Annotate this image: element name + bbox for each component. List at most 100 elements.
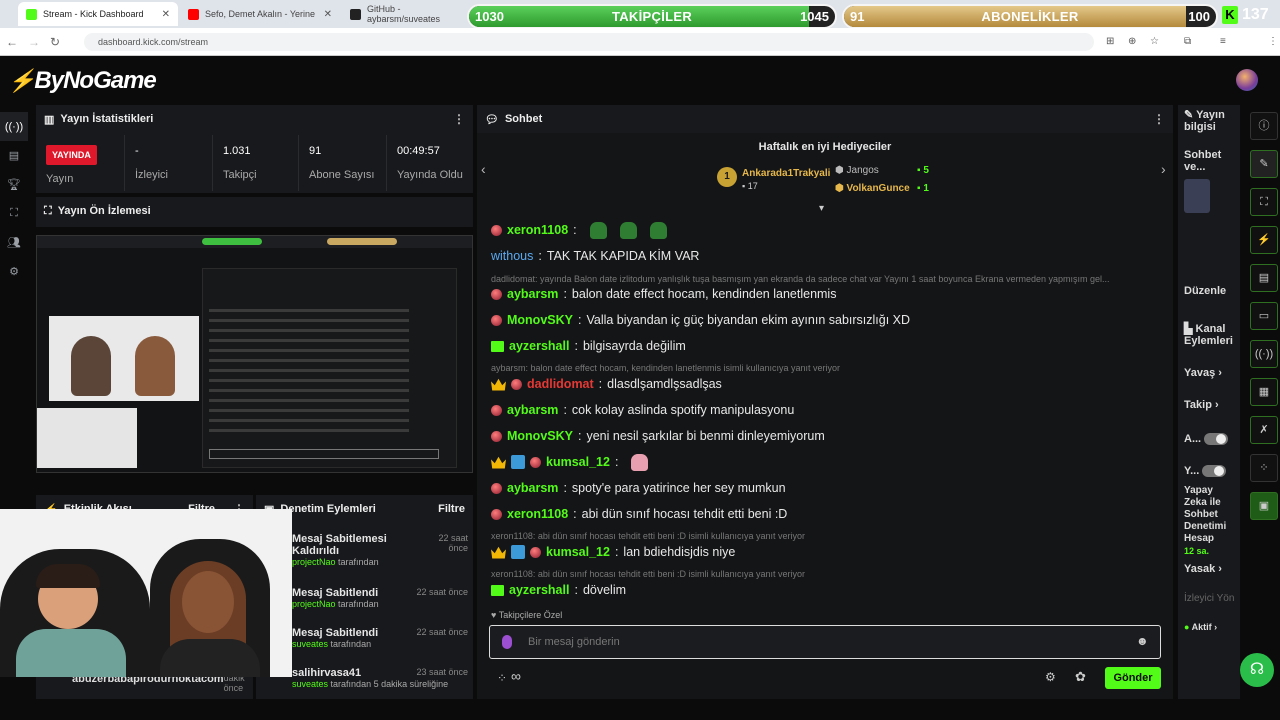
url-field[interactable]: dashboard.kick.com/stream xyxy=(84,33,1094,51)
stream-preview[interactable] xyxy=(36,235,473,473)
nav-moderation-icon[interactable]: ⛶ xyxy=(0,199,28,228)
zoom-icon[interactable]: ⊕ xyxy=(1128,36,1136,47)
slow-mode-action[interactable]: Yavaş › xyxy=(1184,367,1222,379)
chat-text: lan bdiehdisjdis niye xyxy=(623,545,736,559)
chat-username[interactable]: ayzershall xyxy=(509,583,569,597)
nav-community-icon[interactable]: 👥︎ xyxy=(0,228,28,257)
browser-tab[interactable]: Stream - Kick Dashboard ✕ xyxy=(18,2,178,26)
ai-time: 12 sa. xyxy=(1184,546,1210,556)
chat-username[interactable]: withous xyxy=(491,249,533,263)
chat-username[interactable]: kumsal_12 xyxy=(546,545,610,559)
preview-webcam xyxy=(49,316,199,401)
ban-action[interactable]: Yasak › xyxy=(1184,563,1222,575)
colon: : xyxy=(573,223,577,237)
status-action[interactable]: ● Aktif › xyxy=(1184,621,1217,633)
chat-username[interactable]: MonovSKY xyxy=(507,313,573,327)
collapse-icon[interactable]: ▾ xyxy=(819,203,824,214)
broadcast-icon[interactable]: ((·)) xyxy=(1250,340,1278,368)
slides-icon[interactable]: ▦ xyxy=(1250,378,1278,406)
mod-time: 22 saat önce xyxy=(438,533,468,553)
nav-stream-icon[interactable]: ((·)) xyxy=(0,112,28,141)
mod-by[interactable]: projectNao xyxy=(292,599,336,609)
channel-logo[interactable]: ⚡ByNoGame xyxy=(8,67,157,95)
playlist-icon[interactable]: ≡ xyxy=(1220,36,1226,47)
forward-icon[interactable]: → xyxy=(28,35,40,49)
edit-icon[interactable]: ✎ xyxy=(1250,150,1278,178)
close-icon[interactable]: ✕ xyxy=(162,9,170,20)
back-icon[interactable]: ← xyxy=(6,35,18,49)
chat-text: Valla biyandan iç güç biyandan ekim ayın… xyxy=(586,313,911,327)
tools-icon[interactable]: ✗ xyxy=(1250,416,1278,444)
chat-username[interactable]: dadlidomat xyxy=(527,377,594,391)
follow-mode-action[interactable]: Takip › xyxy=(1184,399,1219,411)
mod-by[interactable]: projectNao xyxy=(292,557,336,567)
extensions-icon[interactable]: ⧉ xyxy=(1184,36,1191,47)
toggle-switch[interactable] xyxy=(1204,433,1229,446)
gifter-name[interactable]: VolkanGunce xyxy=(847,183,910,194)
notes-icon[interactable]: ▤ xyxy=(1250,264,1278,292)
youtube-favicon-icon xyxy=(188,8,199,20)
nav-trophy-icon[interactable]: 🏆︎ xyxy=(0,170,28,199)
chat-username[interactable]: xeron1108 xyxy=(507,507,568,521)
nav-analytics-icon[interactable]: ▤ xyxy=(0,141,28,170)
help-button[interactable]: ☊ xyxy=(1240,653,1274,687)
chat-username[interactable]: MonovSKY xyxy=(507,429,573,443)
rank-badge: 1 xyxy=(717,167,737,187)
chat-username[interactable]: aybarsm xyxy=(507,403,558,417)
ai-moderation-action[interactable]: Yapay Zeka ile Sohbet Denetimi Hesap 12 s… xyxy=(1184,485,1228,558)
chat-message: xeron1108: xyxy=(491,219,667,241)
community-icon[interactable]: ⁘ xyxy=(1250,454,1278,482)
colon: : xyxy=(614,545,619,559)
chevron-left-icon[interactable]: ‹ xyxy=(481,161,486,177)
menu-icon[interactable]: ⋮ xyxy=(1268,36,1278,47)
chat-username[interactable]: aybarsm xyxy=(507,481,558,495)
reload-icon[interactable]: ↻ xyxy=(50,35,60,49)
person-hair xyxy=(36,564,100,588)
user-avatar xyxy=(491,288,502,300)
mod-by[interactable]: suveates xyxy=(292,639,328,649)
browser-tab[interactable]: Sefo, Demet Akalın - Yerine ✕ xyxy=(180,2,340,26)
send-button[interactable]: Gönder xyxy=(1105,667,1161,689)
more-icon[interactable]: ⋮ xyxy=(1153,112,1165,126)
clapper-icon[interactable]: ▣ xyxy=(1250,492,1278,520)
emoji-icon[interactable]: ☻ xyxy=(1136,634,1149,648)
viewer-action[interactable]: İzleyici Yön xyxy=(1184,593,1234,605)
edit-button[interactable]: Düzenle xyxy=(1184,285,1226,297)
chat-username[interactable]: xeron1108 xyxy=(507,223,568,237)
colon: : xyxy=(563,403,567,417)
bot-icon[interactable]: ✿ xyxy=(1075,669,1086,685)
chat-icon[interactable]: ▭ xyxy=(1250,302,1278,330)
user-avatar xyxy=(491,430,502,442)
toggle-switch[interactable] xyxy=(1202,465,1227,478)
avatar[interactable] xyxy=(1236,69,1258,91)
subs-goal-start: 91 xyxy=(850,9,865,24)
toggle-action[interactable]: A... xyxy=(1184,433,1229,446)
live-badge: YAYINDA xyxy=(46,145,97,165)
chat-username[interactable]: kumsal_12 xyxy=(546,455,610,469)
mic-icon[interactable] xyxy=(502,635,512,649)
mod-by[interactable]: suveates xyxy=(292,679,328,689)
gifter-name[interactable]: Ankarada1Trakyali xyxy=(742,168,830,179)
chat-message: ayzershall: dövelim xyxy=(491,579,626,601)
top-gifters: Haftalık en iyi Hediyeciler ‹ › 1 Ankara… xyxy=(477,133,1173,214)
chat-username[interactable]: ayzershall xyxy=(509,339,569,353)
close-icon[interactable]: ✕ xyxy=(324,9,332,20)
info-icon[interactable]: ⓘ xyxy=(1250,112,1278,140)
settings-icon[interactable]: ⚙ xyxy=(1045,670,1056,684)
points-icon[interactable]: ⁘ xyxy=(497,671,507,685)
filter-button[interactable]: Filtre xyxy=(438,503,465,515)
panel-header: 💬︎ Sohbet ⋮ xyxy=(477,105,1173,133)
browser-tab[interactable]: GitHub - aybarsm/suveates xyxy=(342,2,472,26)
translate-icon[interactable]: ⊞ xyxy=(1106,36,1114,47)
toggle-action[interactable]: Y... xyxy=(1184,465,1227,478)
chat-input[interactable]: Bir mesaj gönderin ☻ xyxy=(489,625,1161,659)
chevron-right-icon[interactable]: › xyxy=(1161,161,1166,177)
scan-icon[interactable]: ⛶ xyxy=(1250,188,1278,216)
bookmark-icon[interactable]: ☆ xyxy=(1150,36,1159,47)
chat-username[interactable]: aybarsm xyxy=(507,287,558,301)
gifter-name[interactable]: Jangos xyxy=(847,165,879,176)
nav-settings-icon[interactable]: ⚙ xyxy=(0,257,28,286)
bolt-icon[interactable]: ⚡ xyxy=(1250,226,1278,254)
mod-time: 22 saat önce xyxy=(416,587,468,597)
more-icon[interactable]: ⋮ xyxy=(453,112,465,126)
